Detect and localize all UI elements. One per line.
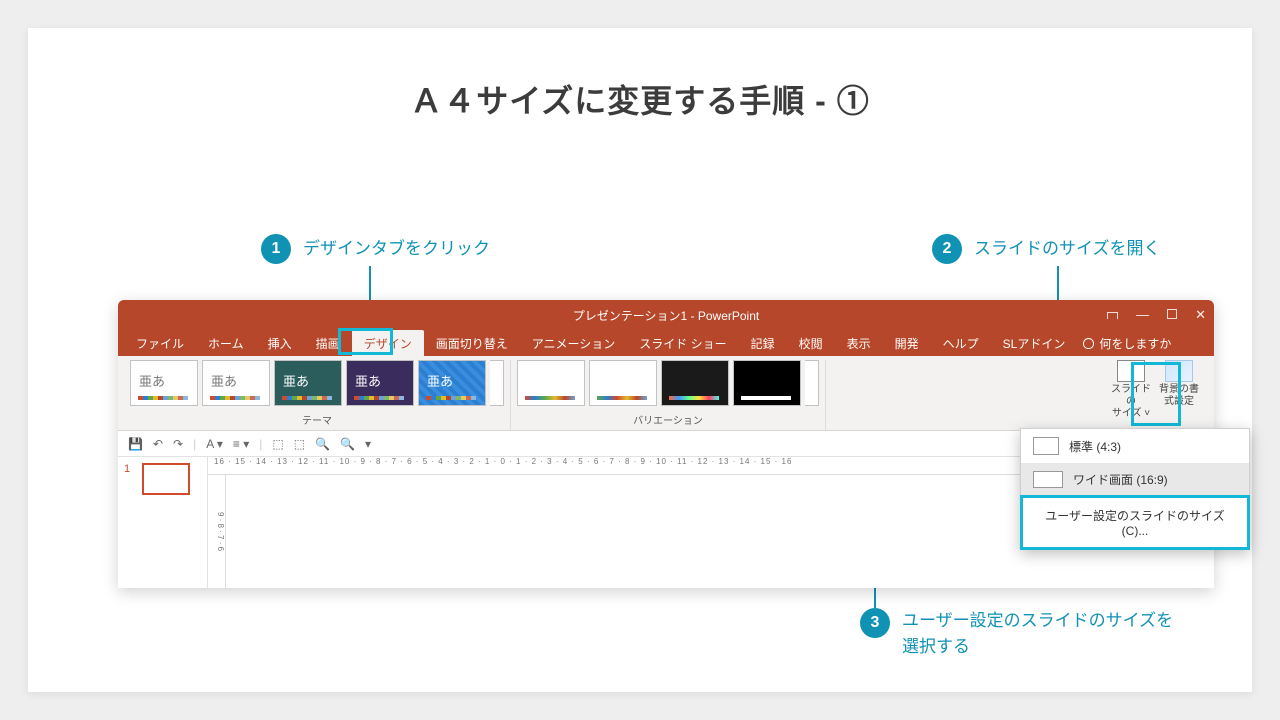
step-text-2: スライドのサイズを開く [974, 236, 1161, 262]
variant-thumb[interactable] [733, 360, 801, 406]
slide-size-button[interactable]: スライドの サイズ ˅ [1108, 360, 1154, 420]
ribbon-display-icon[interactable] [1107, 307, 1118, 323]
ribbon-tabs: ファイル ホーム 挿入 描画 デザイン 画面切り替え アニメーション スライド … [118, 330, 1214, 356]
tab-insert[interactable]: 挿入 [256, 330, 304, 356]
theme-thumb[interactable]: 亜あ [346, 360, 414, 406]
step-text-3: ユーザー設定のスライドのサイズを 選択する [902, 608, 1173, 659]
close-button[interactable]: ✕ [1195, 307, 1206, 323]
step-badge-1: 1 [261, 234, 291, 264]
theme-thumbnails: 亜あ 亜あ 亜あ 亜あ 亜あ [130, 360, 504, 406]
tab-animations[interactable]: アニメーション [520, 330, 628, 356]
dropdown-wide-169[interactable]: ワイド画面 (16:9) [1021, 463, 1249, 496]
theme-thumb[interactable]: 亜あ [274, 360, 342, 406]
tab-design[interactable]: デザイン [352, 330, 424, 356]
tab-home[interactable]: ホーム [196, 330, 256, 356]
redo-icon[interactable]: ↷ [173, 437, 183, 451]
page-title: Ａ４サイズに変更する手順 - ① [28, 76, 1252, 122]
slide-thumbnail-1[interactable] [142, 463, 190, 495]
qat-tool[interactable]: ⬚ [272, 437, 283, 451]
qat-more[interactable]: ▾ [365, 437, 371, 451]
ribbon-content: 亜あ 亜あ 亜あ 亜あ 亜あ テーマ バリエーション [118, 356, 1214, 431]
variant-thumb[interactable] [589, 360, 657, 406]
slide-thumbnail-pane[interactable]: 1 [118, 457, 208, 588]
maximize-button[interactable] [1167, 307, 1177, 323]
qat-sep: | [259, 437, 262, 451]
themes-group-label: テーマ [302, 412, 332, 427]
aspect-169-icon [1033, 471, 1063, 488]
save-icon[interactable]: 💾 [128, 437, 143, 451]
tab-review[interactable]: 校閲 [787, 330, 835, 356]
step-badge-2: 2 [932, 234, 962, 264]
tab-transitions[interactable]: 画面切り替え [424, 330, 520, 356]
lightbulb-icon [1083, 338, 1094, 349]
tab-help[interactable]: ヘルプ [931, 330, 991, 356]
tab-view[interactable]: 表示 [835, 330, 883, 356]
variants-group: バリエーション [511, 360, 826, 430]
tab-slideshow[interactable]: スライド ショー [627, 330, 738, 356]
annotation-2: 2 スライドのサイズを開く [932, 234, 1161, 264]
step-text-1: デザインタブをクリック [303, 236, 490, 262]
themes-more[interactable] [490, 360, 504, 406]
minimize-button[interactable]: — [1136, 307, 1149, 323]
variants-more[interactable] [805, 360, 819, 406]
title-bar: プレゼンテーション1 - PowerPoint — ✕ [118, 300, 1214, 330]
window-controls: — ✕ [1107, 307, 1206, 323]
tab-record[interactable]: 記録 [739, 330, 787, 356]
variant-thumb[interactable] [661, 360, 729, 406]
instruction-slide: Ａ４サイズに変更する手順 - ① 1 デザインタブをクリック 2 スライドのサイ… [28, 28, 1252, 692]
qat-tool[interactable]: A ▾ [206, 437, 223, 451]
slide-size-label: スライドの サイズ ˅ [1108, 384, 1154, 420]
aspect-43-icon [1033, 437, 1059, 455]
tell-me-search[interactable]: 何をしますか [1083, 330, 1171, 356]
zoom-out-icon[interactable]: 🔍 [340, 437, 355, 451]
variant-thumb[interactable] [517, 360, 585, 406]
tab-file[interactable]: ファイル [124, 330, 196, 356]
qat-tool[interactable]: ⬚ [294, 437, 305, 451]
window-title: プレゼンテーション1 - PowerPoint [573, 307, 759, 324]
vertical-ruler: 9 · 8 · 7 · 6 [208, 475, 226, 588]
dropdown-standard-label: 標準 (4:3) [1069, 438, 1121, 455]
tab-developer[interactable]: 開発 [883, 330, 931, 356]
theme-thumb[interactable]: 亜あ [202, 360, 270, 406]
undo-icon[interactable]: ↶ [153, 437, 163, 451]
variants-group-label: バリエーション [633, 412, 703, 427]
dropdown-custom-label: ユーザー設定のスライドのサイズ(C)... [1045, 509, 1224, 538]
qat-sep: | [193, 437, 196, 451]
slide-size-icon [1117, 360, 1145, 382]
themes-group: 亜あ 亜あ 亜あ 亜あ 亜あ テーマ [124, 360, 511, 430]
theme-thumb[interactable]: 亜あ [130, 360, 198, 406]
variant-thumbnails [517, 360, 819, 406]
format-background-icon [1165, 360, 1193, 382]
annotation-1: 1 デザインタブをクリック [261, 234, 490, 264]
format-background-button[interactable]: 背景の書 式設定 [1156, 360, 1202, 420]
annotation-3: 3 ユーザー設定のスライドのサイズを 選択する [860, 608, 1173, 659]
format-background-label: 背景の書 式設定 [1159, 384, 1199, 408]
zoom-in-icon[interactable]: 🔍 [315, 437, 330, 451]
dropdown-wide-label: ワイド画面 (16:9) [1073, 471, 1168, 488]
dropdown-standard-43[interactable]: 標準 (4:3) [1021, 429, 1249, 463]
tab-draw[interactable]: 描画 [304, 330, 352, 356]
theme-thumb[interactable]: 亜あ [418, 360, 486, 406]
slide-size-dropdown: 標準 (4:3) ワイド画面 (16:9) ユーザー設定のスライドのサイズ(C)… [1020, 428, 1250, 550]
tab-sladdin[interactable]: SLアドイン [991, 330, 1078, 356]
qat-tool[interactable]: ≡ ▾ [233, 437, 249, 451]
slide-number: 1 [124, 463, 130, 475]
tell-me-label: 何をしますか [1099, 335, 1171, 352]
step-badge-3: 3 [860, 608, 890, 638]
dropdown-custom-size[interactable]: ユーザー設定のスライドのサイズ(C)... [1020, 495, 1250, 550]
customize-group: スライドの サイズ ˅ 背景の書 式設定 [1102, 360, 1208, 430]
